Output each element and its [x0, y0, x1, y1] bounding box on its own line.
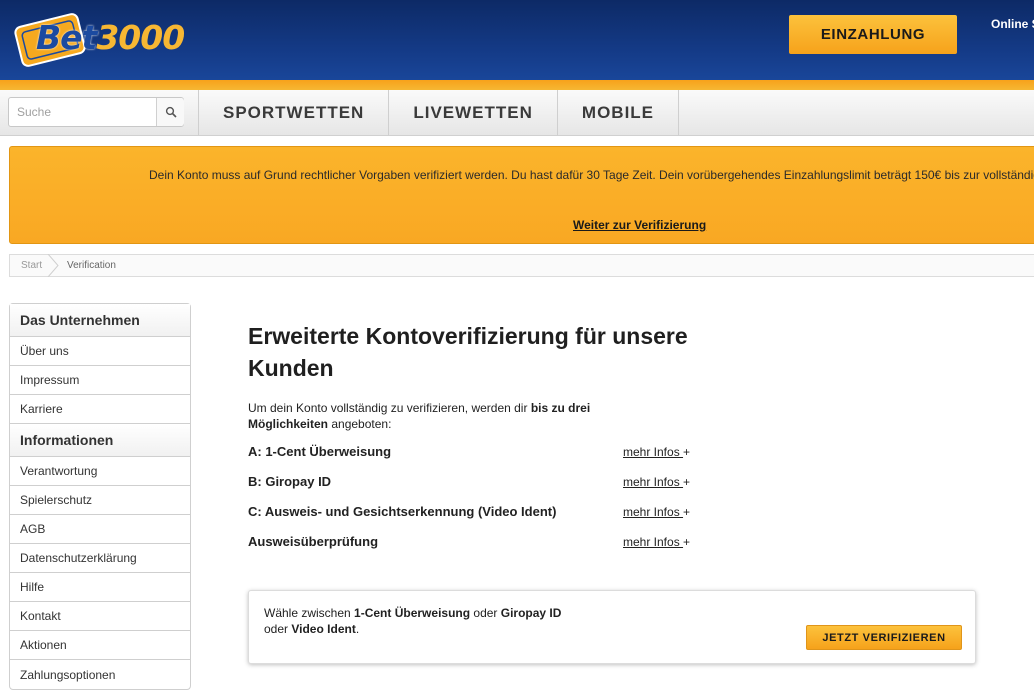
breadcrumb: Start Verification [9, 254, 1034, 277]
sidebar-item-impressum[interactable]: Impressum [10, 366, 190, 395]
option-row: B: Giropay ID mehr Infos + [248, 474, 708, 492]
option-label: A: 1-Cent Überweisung [248, 444, 392, 459]
search-icon [165, 106, 177, 118]
breadcrumb-current: Verification [67, 260, 116, 271]
verify-text-bold: Video Ident [291, 622, 356, 636]
sidebar-item-agb[interactable]: AGB [10, 515, 190, 544]
sidebar-item-spielerschutz[interactable]: Spielerschutz [10, 486, 190, 515]
search-input[interactable] [9, 98, 156, 126]
page-title: Erweiterte Kontoverifizierung für unsere… [248, 323, 688, 381]
more-info-link-text[interactable]: mehr Infos [623, 445, 683, 459]
sidebar-heading-informationen: Informationen [10, 424, 190, 457]
sidebar-item-aktionen[interactable]: Aktionen [10, 631, 190, 660]
more-info-link-text[interactable]: mehr Infos [623, 505, 683, 519]
sidebar-item-hilfe[interactable]: Hilfe [10, 573, 190, 602]
sidebar-item-verantwortung[interactable]: Verantwortung [10, 457, 190, 486]
sidebar-item-zahlungsoptionen[interactable]: Zahlungsoptionen [10, 660, 190, 689]
option-row: C: Ausweis- und Gesichtserkennung (Video… [248, 504, 708, 522]
sidebar: Das Unternehmen Über uns Impressum Karri… [9, 303, 191, 690]
sidebar-item-ueber-uns[interactable]: Über uns [10, 337, 190, 366]
logo-text-bet: Bet [36, 18, 97, 57]
header-accent-stripe [0, 80, 1034, 90]
more-info-link-text[interactable]: mehr Infos [623, 535, 683, 549]
search-box [8, 97, 184, 127]
verify-now-button[interactable]: JETZT VERIFIZIEREN [806, 625, 962, 650]
search-button[interactable] [156, 98, 184, 126]
more-info-link-text[interactable]: mehr Infos [623, 475, 683, 489]
breadcrumb-chevron-icon [47, 254, 59, 277]
more-info-link[interactable]: mehr Infos + [623, 445, 690, 459]
site-header: Bet3000 EINZAHLUNG Online S [0, 0, 1034, 90]
verify-text-part: . [355, 622, 360, 636]
logo-text-3000: 3000 [96, 18, 185, 57]
option-row: A: 1-Cent Überweisung mehr Infos + [248, 444, 708, 462]
expand-plus-icon[interactable]: + [683, 445, 690, 459]
breadcrumb-start[interactable]: Start [21, 260, 42, 271]
more-info-link[interactable]: mehr Infos + [623, 505, 690, 519]
option-label: Ausweisüberprüfung [248, 534, 379, 549]
intro-text-pre: Um dein Konto vollständig zu verifiziere… [248, 401, 531, 415]
deposit-button[interactable]: EINZAHLUNG [789, 15, 957, 54]
verify-text-part-or: oder [264, 622, 292, 636]
expand-plus-icon[interactable]: + [683, 535, 690, 549]
verify-text-bold: 1-Cent Überweisung [354, 606, 471, 620]
verify-text-bold: Giropay ID [500, 606, 562, 620]
nav-item-mobile[interactable]: MOBILE [556, 90, 680, 136]
expand-plus-icon[interactable]: + [683, 475, 690, 489]
online-link[interactable]: Online S [991, 17, 1034, 31]
verify-text-part: Wähle zwischen [264, 606, 355, 620]
expand-plus-icon[interactable]: + [683, 505, 690, 519]
sidebar-heading-unternehmen: Das Unternehmen [10, 304, 190, 337]
nav-item-livewetten[interactable]: LIVEWETTEN [388, 90, 557, 136]
sidebar-item-datenschutz[interactable]: Datenschutzerklärung [10, 544, 190, 573]
option-label: C: Ausweis- und Gesichtserkennung (Video… [248, 504, 557, 519]
intro-text: Um dein Konto vollständig zu verifiziere… [248, 400, 648, 432]
verify-text-part: oder [470, 606, 501, 620]
more-info-link[interactable]: mehr Infos + [623, 475, 690, 489]
sidebar-item-karriere[interactable]: Karriere [10, 395, 190, 424]
intro-text-post: angeboten: [328, 417, 392, 431]
verify-callout: Wähle zwischen 1-Cent Überweisung oder G… [248, 590, 976, 664]
nav-item-sportwetten[interactable]: SPORTWETTEN [198, 90, 388, 136]
sidebar-item-kontakt[interactable]: Kontakt [10, 602, 190, 631]
more-info-link[interactable]: mehr Infos + [623, 535, 690, 549]
verification-link[interactable]: Weiter zur Verifizierung [573, 218, 706, 232]
verification-notice-banner: Dein Konto muss auf Grund rechtlicher Vo… [9, 146, 1034, 244]
verify-callout-text: Wähle zwischen 1-Cent Überweisung oder G… [264, 605, 624, 637]
option-row: Ausweisüberprüfung mehr Infos + [248, 534, 708, 552]
bet3000-logo[interactable]: Bet3000 [10, 6, 190, 70]
option-label: B: Giropay ID [248, 474, 332, 489]
banner-text: Dein Konto muss auf Grund rechtlicher Vo… [149, 168, 1034, 182]
main-navigation: SPORTWETTEN LIVEWETTEN MOBILE [0, 90, 1034, 136]
nav-tabs: SPORTWETTEN LIVEWETTEN MOBILE [198, 90, 680, 136]
